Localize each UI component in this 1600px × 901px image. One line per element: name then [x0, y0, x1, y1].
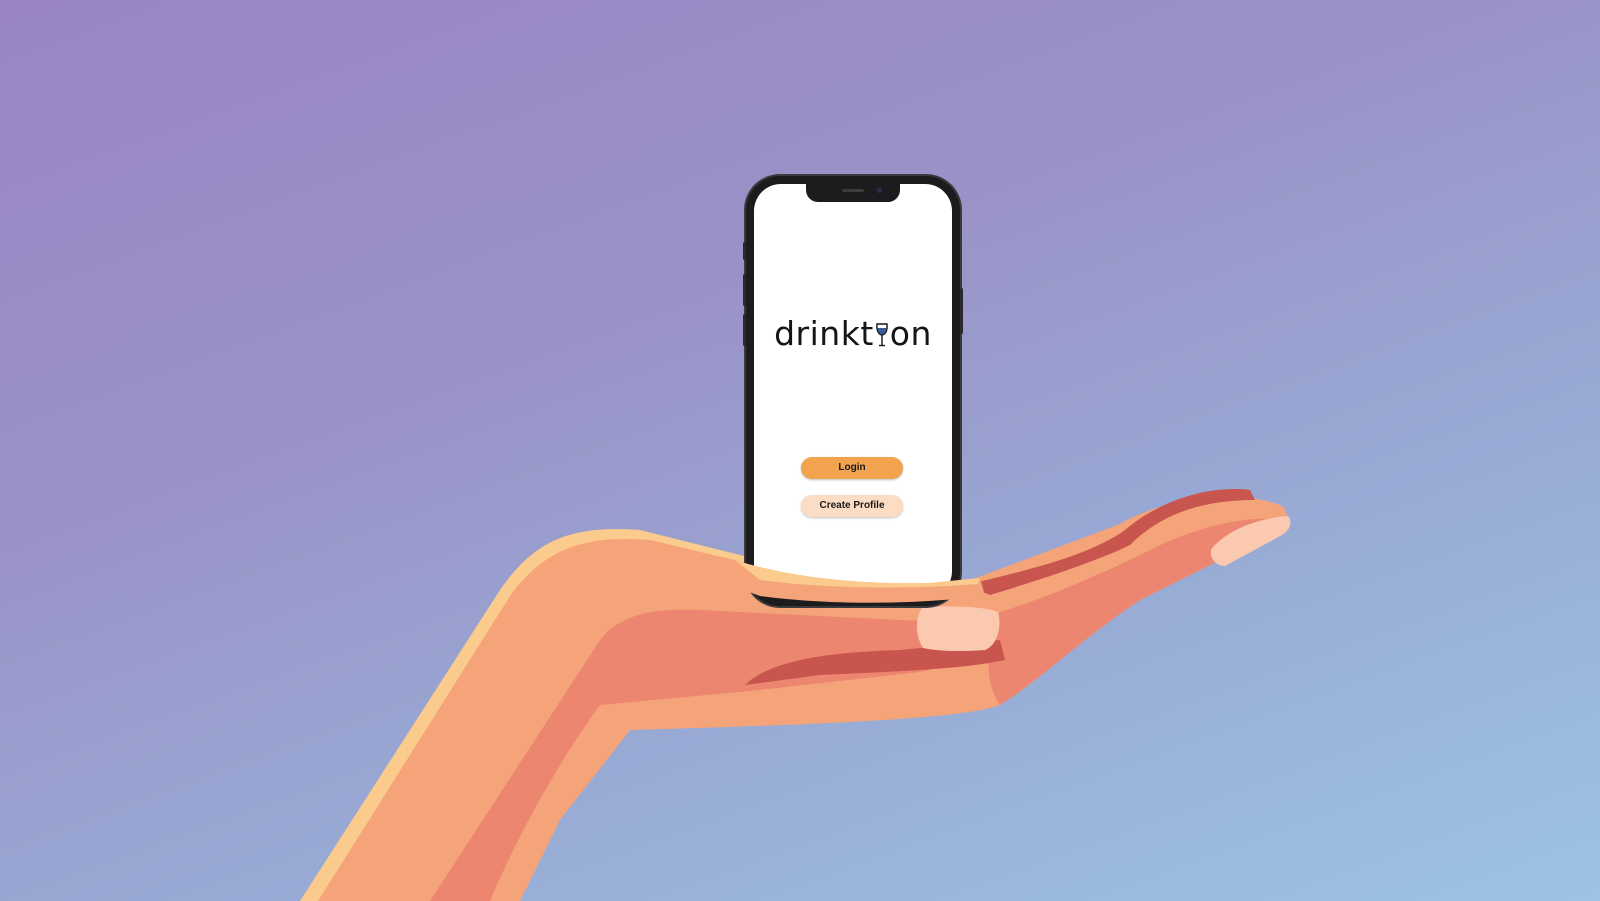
background-scene: drinkt on Login Create Profile	[0, 0, 1600, 901]
hand-front-overlay	[730, 560, 985, 603]
